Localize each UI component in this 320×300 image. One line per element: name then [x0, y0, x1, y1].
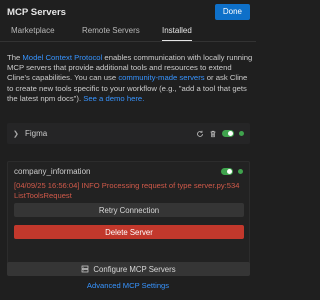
advanced-mcp-settings-link[interactable]: Advanced MCP Settings [0, 281, 256, 290]
server-card-company-information: company_information [04/09/25 16:56:04] … [7, 161, 250, 273]
server-actions [221, 168, 243, 175]
server-row[interactable]: company_information [14, 167, 243, 176]
error-message: [04/09/25 16:56:04] INFO Processing requ… [14, 181, 240, 200]
tab-bar: Marketplace Remote Servers Installed [0, 24, 256, 42]
server-card-figma[interactable]: ❯ Figma [7, 123, 250, 144]
server-actions [196, 130, 244, 138]
trash-icon[interactable] [209, 130, 217, 138]
tab-remote-servers[interactable]: Remote Servers [82, 26, 140, 41]
demo-link[interactable]: See a demo here. [83, 94, 144, 103]
tab-marketplace[interactable]: Marketplace [11, 26, 55, 41]
mcp-protocol-link[interactable]: Model Context Protocol [22, 53, 102, 62]
enable-toggle[interactable] [221, 168, 233, 175]
server-icon [81, 265, 89, 273]
intro-text-part: The [7, 53, 23, 62]
intro-text: The Model Context Protocol enables commu… [7, 53, 253, 104]
server-row[interactable]: ❯ Figma [7, 123, 250, 144]
status-indicator [239, 131, 244, 136]
configure-mcp-servers-button[interactable]: Configure MCP Servers [7, 262, 250, 276]
refresh-icon[interactable] [196, 130, 204, 138]
header-bar: MCP Servers Done [0, 0, 256, 24]
done-button[interactable]: Done [214, 4, 250, 20]
delete-server-button[interactable]: Delete Server [14, 225, 244, 239]
retry-connection-button[interactable]: Retry Connection [14, 203, 244, 217]
community-servers-link[interactable]: community-made servers [118, 73, 204, 82]
configure-label: Configure MCP Servers [93, 264, 176, 274]
server-name: Figma [25, 129, 48, 138]
chevron-right-icon[interactable]: ❯ [13, 130, 25, 138]
enable-toggle[interactable] [222, 130, 234, 137]
tab-installed[interactable]: Installed [162, 26, 192, 41]
status-indicator [238, 169, 243, 174]
server-name: company_information [14, 167, 91, 176]
page-title: MCP Servers [7, 6, 67, 18]
